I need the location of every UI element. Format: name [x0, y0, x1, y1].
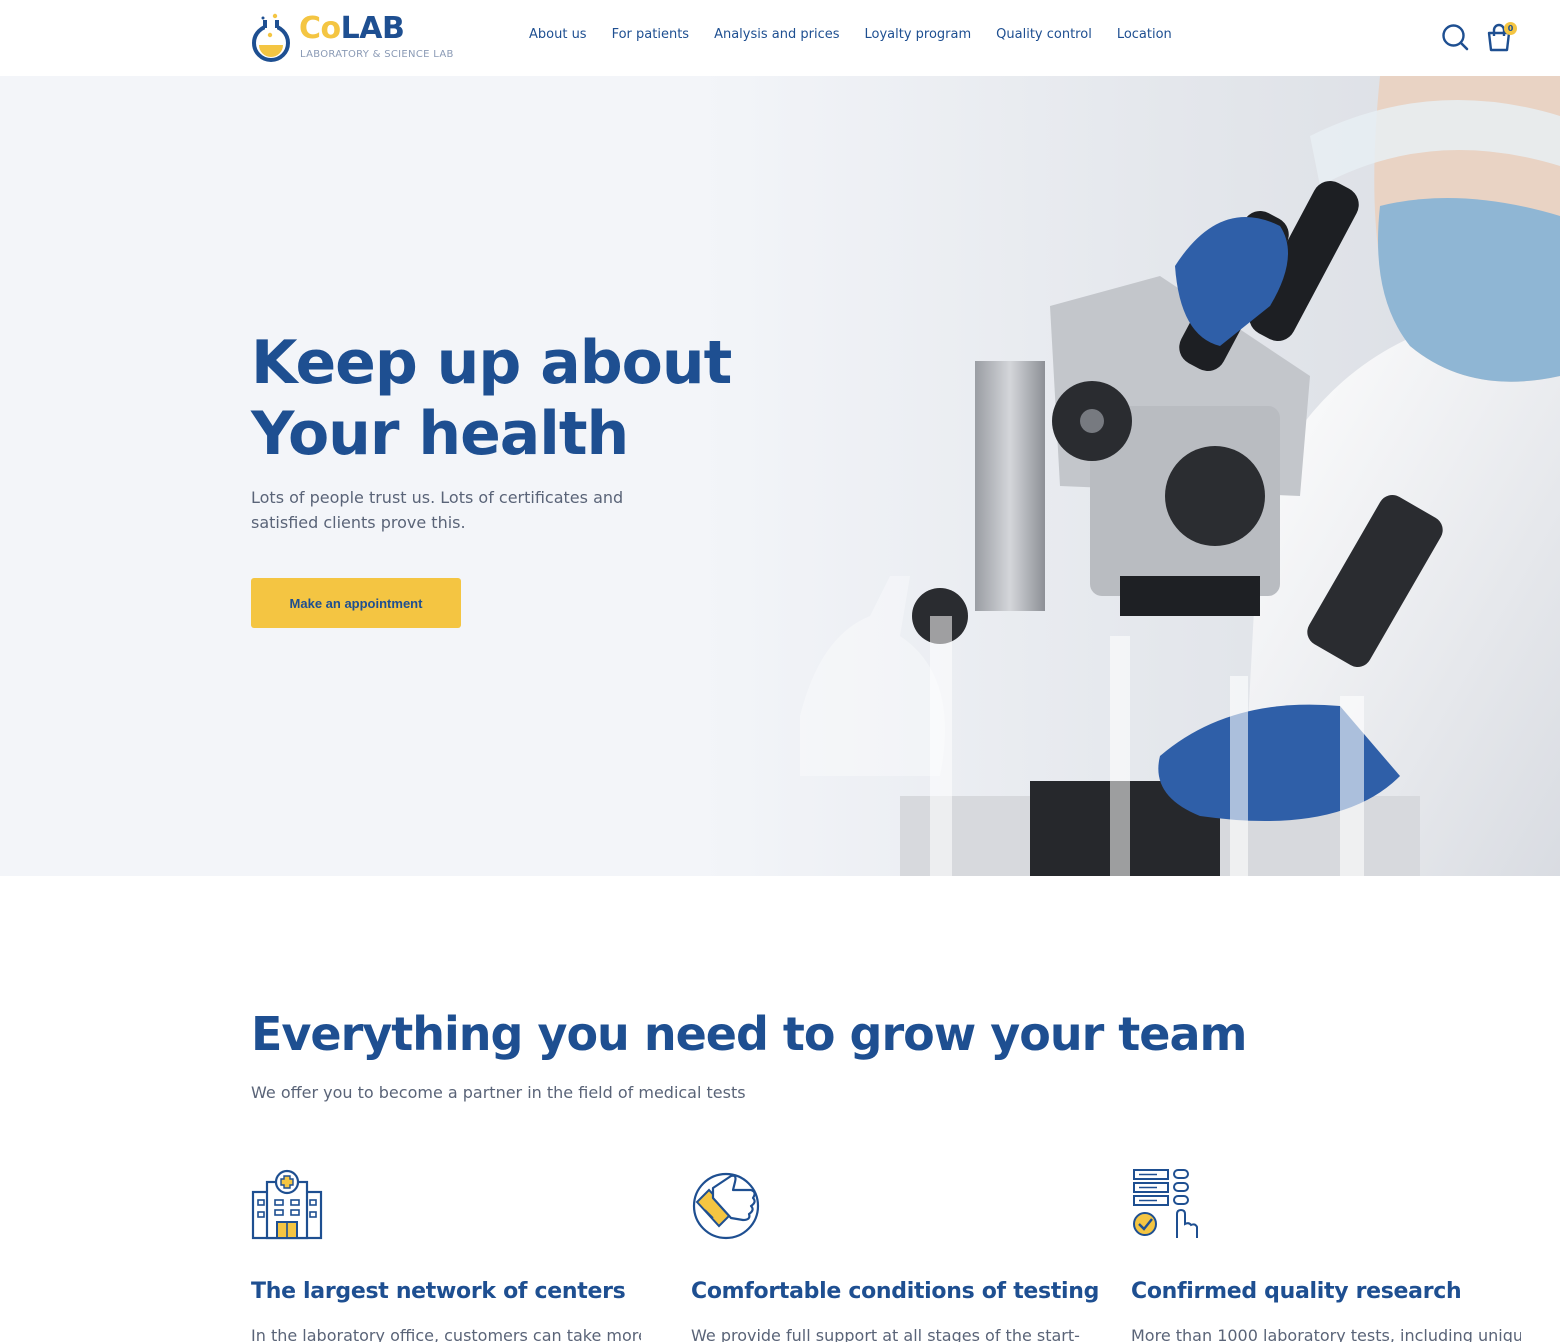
checklist-servers-icon — [1133, 1169, 1198, 1238]
feature-title-network: The largest network of centers — [251, 1279, 626, 1304]
feature-text-network: In the laboratory office, customers can … — [251, 1326, 641, 1342]
features-title: Everything you need to grow your team — [251, 1007, 1247, 1061]
hospital-building-icon — [251, 1169, 323, 1240]
cart-count-badge: 0 — [1504, 22, 1517, 35]
hero-title-line2: Your health — [251, 399, 629, 469]
feature-text-quality: More than 1000 laboratory tests, includi… — [1131, 1326, 1521, 1342]
cart-button[interactable]: 0 — [1485, 21, 1517, 52]
feature-card-network: The largest network of centers In the la… — [251, 1168, 651, 1342]
brand-name-lab: LAB — [340, 11, 405, 46]
feature-title-quality: Confirmed quality research — [1131, 1279, 1462, 1304]
nav-item-for-patients[interactable]: For patients — [612, 27, 689, 42]
brand-name-co: Co — [299, 11, 341, 46]
nav-item-quality-control[interactable]: Quality control — [996, 27, 1092, 42]
brand-name: CoLAB — [299, 11, 405, 46]
hero-title: Keep up about Your health — [251, 328, 732, 470]
site-header: CoLAB LABORATORY & SCIENCE LAB About us … — [0, 0, 1560, 76]
thumbs-up-icon — [692, 1172, 760, 1240]
main-nav: About us For patients Analysis and price… — [529, 27, 1172, 42]
brand-logo[interactable]: CoLAB LABORATORY & SCIENCE LAB — [250, 10, 470, 66]
brand-tagline: LABORATORY & SCIENCE LAB — [300, 49, 454, 60]
feature-card-conditions: Comfortable conditions of testing We pro… — [691, 1168, 1099, 1342]
feature-text-conditions: We provide full support at all stages of… — [691, 1326, 1080, 1342]
features-subtitle: We offer you to become a partner in the … — [251, 1083, 746, 1102]
nav-item-location[interactable]: Location — [1117, 27, 1172, 42]
search-button[interactable] — [1441, 23, 1469, 51]
nav-item-about-us[interactable]: About us — [529, 27, 587, 42]
scientist-with-microscope-photo — [0, 76, 1560, 876]
feature-card-quality: Confirmed quality research More than 100… — [1131, 1168, 1531, 1342]
feature-title-conditions: Comfortable conditions of testing — [691, 1279, 1100, 1304]
hero-title-line1: Keep up about — [251, 328, 732, 398]
make-appointment-button[interactable]: Make an appointment — [251, 578, 461, 628]
nav-item-loyalty-program[interactable]: Loyalty program — [865, 27, 972, 42]
nav-item-analysis-and-prices[interactable]: Analysis and prices — [714, 27, 839, 42]
hero-description: Lots of people trust us. Lots of certifi… — [251, 488, 624, 532]
hero-section: Keep up about Your health Lots of people… — [0, 76, 1560, 876]
flask-logo-icon — [252, 13, 290, 62]
search-icon — [1442, 24, 1469, 51]
